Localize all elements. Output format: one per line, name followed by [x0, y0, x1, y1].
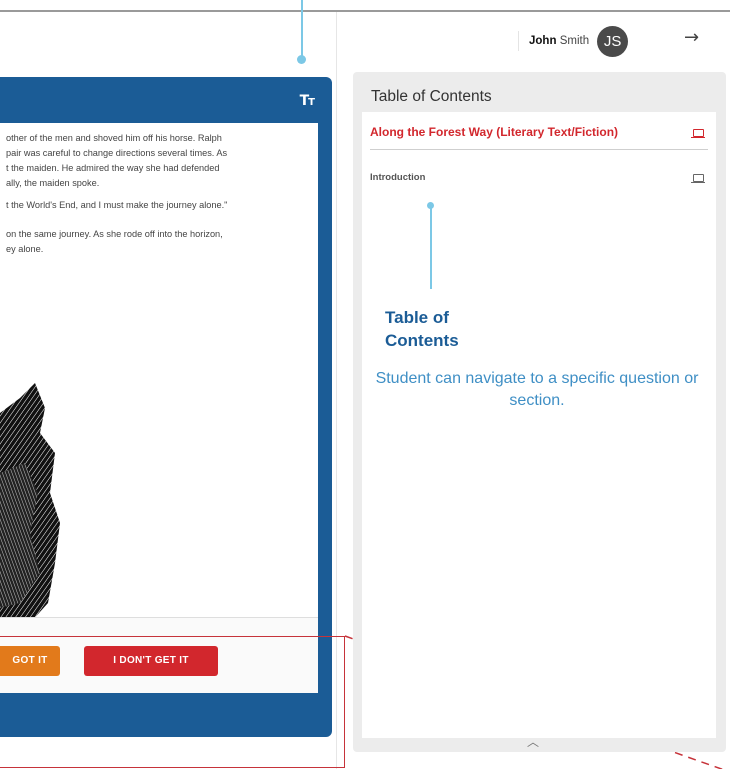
- screenshot-root: TT other of the men and shoved him off h…: [0, 0, 730, 769]
- toc-item-label: Along the Forest Way (Literary Text/Fict…: [370, 125, 619, 139]
- passage-line: t the World's End, and I must make the j…: [6, 200, 228, 210]
- toc-item-label: Introduction: [370, 172, 426, 183]
- laptop-icon: [691, 129, 705, 138]
- passage-line: t the maiden. He admired the way she had…: [6, 163, 220, 173]
- passage-line: ally, the maiden spoke.: [6, 178, 100, 188]
- user-first-name: John: [529, 35, 557, 47]
- passage-line: ey alone.: [6, 244, 44, 254]
- annotation-description: Student can navigate to a specific quest…: [375, 370, 699, 409]
- annotation-line: [430, 207, 432, 289]
- passage-content: other of the men and shoved him off his …: [0, 123, 318, 693]
- avatar[interactable]: JS: [597, 25, 629, 57]
- passage-line: on the same journey. As she rode off int…: [6, 229, 223, 239]
- logout-arrow-icon[interactable]: →: [684, 27, 699, 48]
- callout-connector-line: [301, 0, 303, 60]
- user-last-name: Smith: [559, 35, 590, 47]
- button-highlight-box: [0, 636, 345, 768]
- chevron-up-icon[interactable]: ︿: [527, 733, 539, 750]
- font-size-icon[interactable]: TT: [300, 93, 315, 109]
- user-bar: John Smith JS: [518, 24, 629, 58]
- passage-illustration: [0, 383, 60, 653]
- passage-line: other of the men and shoved him off his …: [6, 133, 222, 143]
- reader-header: TT: [0, 77, 332, 123]
- user-separator: [518, 31, 519, 51]
- toc-panel: Table of Contents Along the Forest Way (…: [353, 72, 726, 752]
- user-name: John Smith: [529, 35, 589, 47]
- toc-item-active[interactable]: Along the Forest Way (Literary Text/Fict…: [370, 122, 708, 150]
- callout-connector-dot: [297, 55, 306, 64]
- toc-list: Along the Forest Way (Literary Text/Fict…: [362, 112, 716, 738]
- toc-title: Table of Contents: [371, 88, 492, 105]
- annotation-title: Table of Contents: [385, 308, 459, 350]
- laptop-icon: [691, 174, 705, 183]
- toc-item-introduction[interactable]: Introduction: [370, 170, 708, 190]
- passage-line: pair was careful to change directions se…: [6, 148, 228, 158]
- top-divider: [0, 10, 730, 12]
